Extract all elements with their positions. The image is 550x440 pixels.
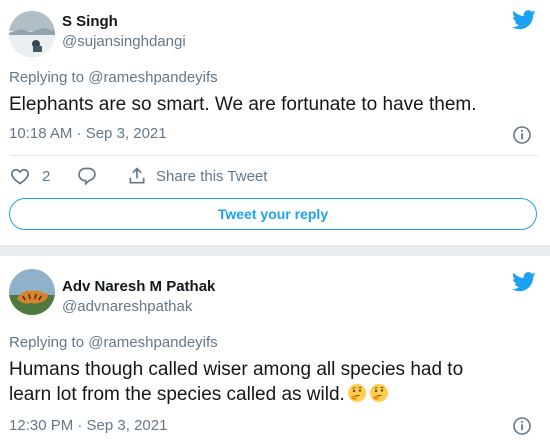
avatar-adv-naresh-m-pathak[interactable] — [9, 269, 55, 315]
author-handle[interactable]: @sujansinghdangi — [62, 33, 186, 50]
info-icon[interactable] — [512, 416, 532, 436]
share-icon — [127, 166, 147, 186]
share-label: Share this Tweet — [156, 167, 268, 185]
share-button[interactable]: Share this Tweet — [127, 166, 267, 186]
thinking-face-icon — [369, 383, 389, 403]
tweet-text-line-1: Humans though called wiser among all spe… — [9, 359, 464, 380]
info-icon[interactable] — [512, 125, 532, 145]
reply-button[interactable] — [77, 166, 97, 186]
replying-to[interactable]: Replying to @rameshpandeyifs — [9, 69, 218, 86]
like-count: 2 — [42, 167, 51, 185]
tweet-timestamp[interactable]: 10:18 AM · Sep 3, 2021 — [9, 125, 167, 142]
like-button[interactable]: 2 — [10, 166, 50, 186]
avatar-s-singh[interactable] — [9, 11, 55, 57]
tweet-your-reply-button[interactable]: Tweet your reply — [9, 198, 537, 230]
author-name[interactable]: Adv Naresh M Pathak — [62, 278, 215, 295]
tweet-text-line-2-content: learn lot from the species called as wil… — [9, 384, 345, 405]
heart-icon — [10, 166, 30, 186]
author-handle[interactable]: @advnareshpathak — [62, 298, 192, 315]
divider — [10, 155, 538, 156]
tweet-timestamp[interactable]: 12:30 PM · Sep 3, 2021 — [9, 417, 167, 434]
comment-icon — [77, 166, 97, 186]
thinking-face-icon — [347, 383, 367, 403]
twitter-bird-icon[interactable] — [512, 10, 536, 30]
tweet-text: Elephants are so smart. We are fortunate… — [9, 94, 477, 115]
author-name[interactable]: S Singh — [62, 13, 118, 30]
twitter-bird-icon[interactable] — [512, 272, 536, 292]
replying-to[interactable]: Replying to @rameshpandeyifs — [9, 334, 218, 351]
tweet-text-line-2: learn lot from the species called as wil… — [9, 383, 389, 407]
